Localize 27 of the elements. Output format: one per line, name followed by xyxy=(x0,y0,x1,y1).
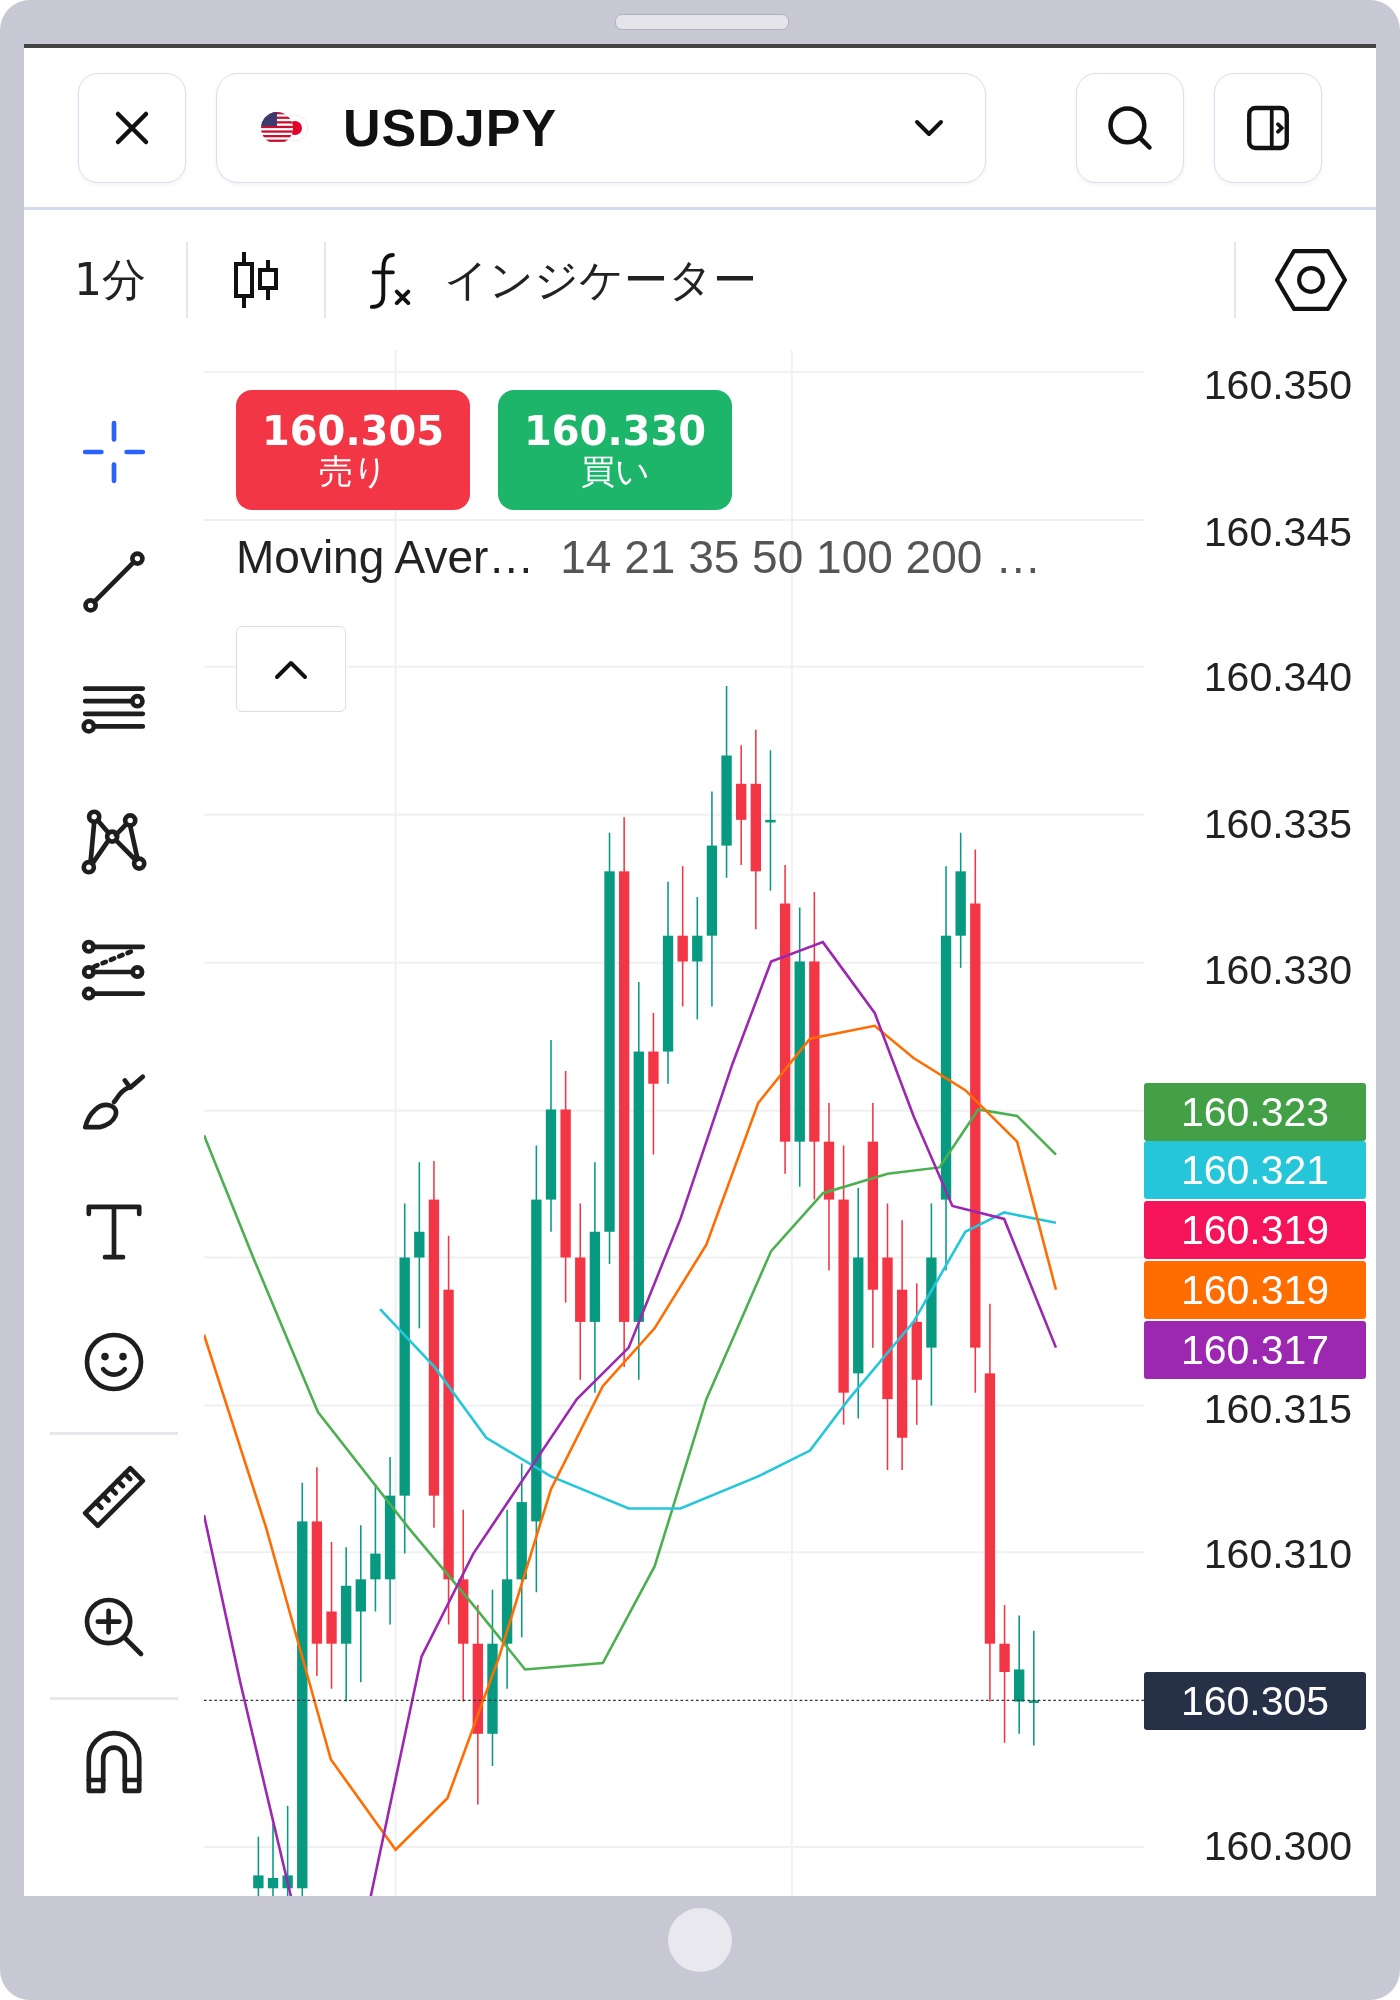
settings-icon xyxy=(1273,246,1349,314)
price-axis-label: 160.330 xyxy=(1203,946,1352,994)
price-tag: 160.321 xyxy=(1144,1141,1366,1199)
price-tag: 160.323 xyxy=(1144,1083,1366,1141)
price-axis-label: 160.345 xyxy=(1203,508,1352,556)
price-axis-label: 160.350 xyxy=(1203,361,1352,409)
price-tag: 160.317 xyxy=(1144,1321,1366,1379)
candle xyxy=(253,1836,264,1896)
indicators-button[interactable]: インジケーター xyxy=(356,248,767,312)
collapse-button[interactable] xyxy=(236,626,346,712)
symbol-selector[interactable]: USDJPY xyxy=(216,72,986,183)
close-button[interactable] xyxy=(78,72,186,183)
price-axis-label: 160.340 xyxy=(1203,653,1352,701)
price-axis-label: 160.335 xyxy=(1203,800,1352,848)
indicator-name: Moving Aver… xyxy=(236,530,535,584)
price-tag: 160.319 xyxy=(1144,1201,1366,1259)
pattern-icon xyxy=(78,806,150,878)
search-button[interactable] xyxy=(1076,72,1184,183)
price-tag: 160.305 xyxy=(1144,1672,1366,1730)
price-axis-label: 160.300 xyxy=(1203,1822,1352,1870)
sell-button[interactable]: 160.305 売り xyxy=(236,390,470,510)
indicator-values: 14 21 35 50 100 200 … xyxy=(560,530,1042,584)
price-axis-label: 160.310 xyxy=(1203,1530,1352,1578)
price-axis-label: 160.315 xyxy=(1203,1385,1352,1433)
price-tag: 160.319 xyxy=(1144,1261,1366,1319)
panel-toggle-button[interactable] xyxy=(1214,72,1322,183)
interval-button[interactable]: 1分 xyxy=(64,250,156,310)
